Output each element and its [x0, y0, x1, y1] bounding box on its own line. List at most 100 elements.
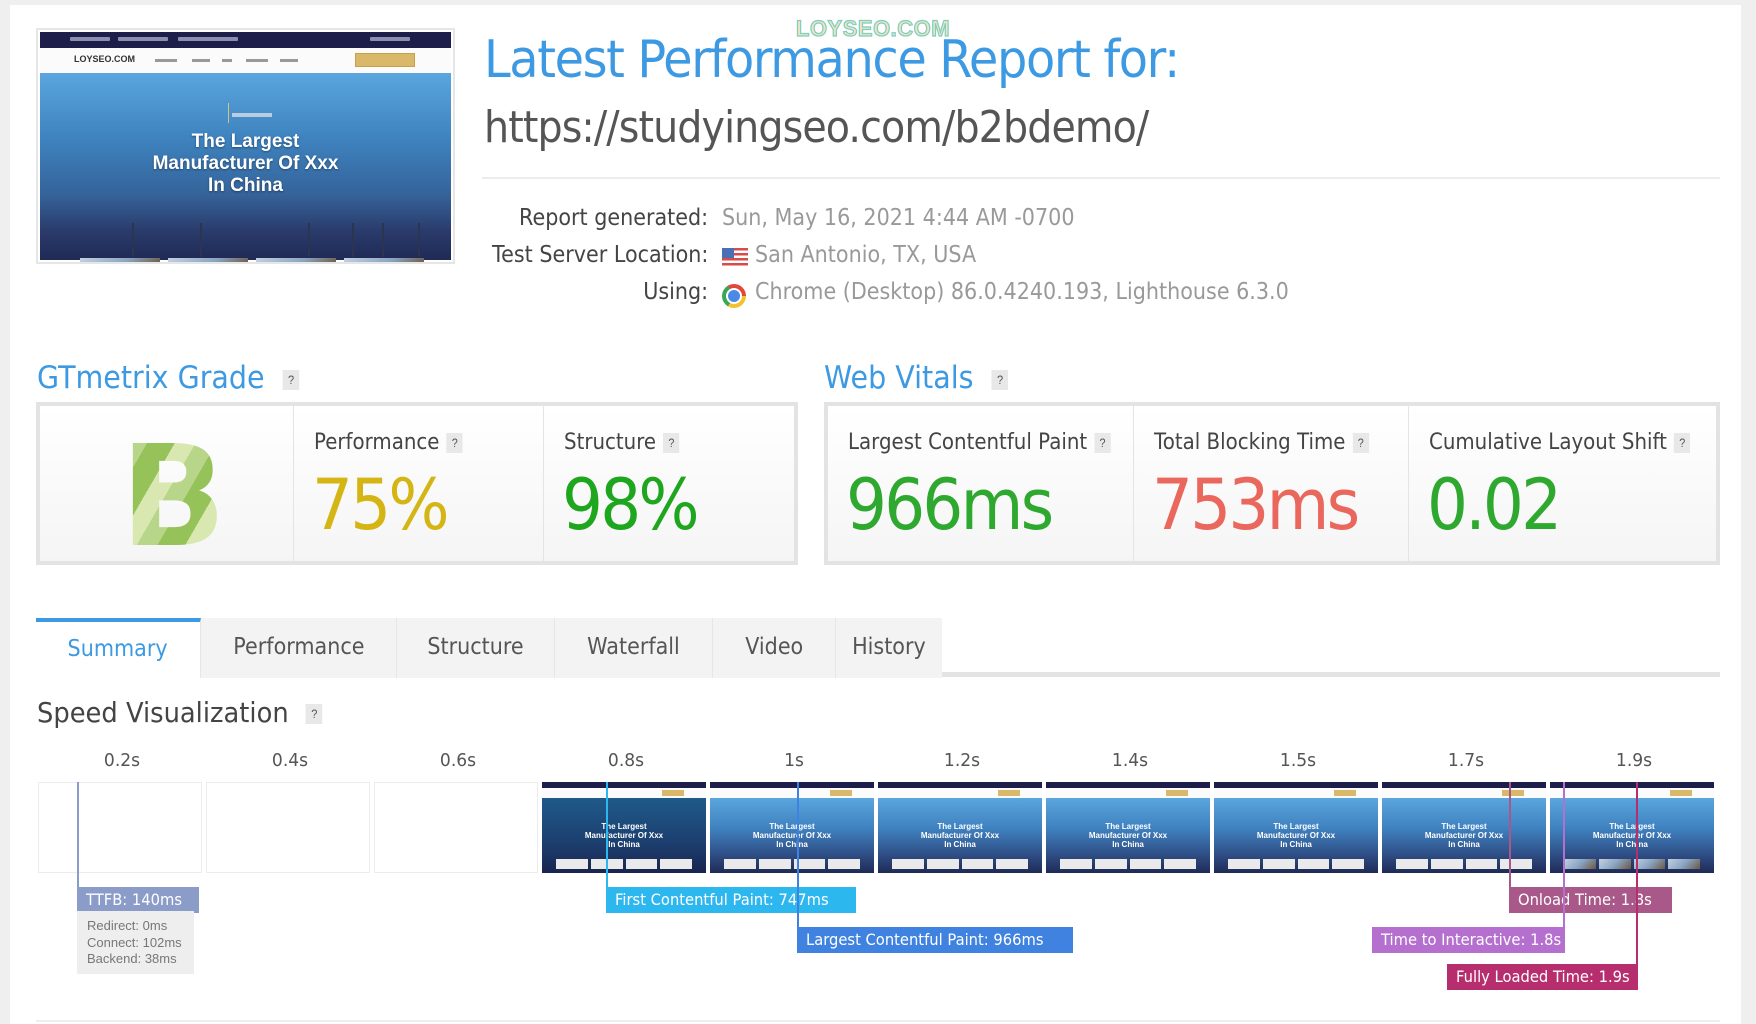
frame-hero-text: The Largest Manufacturer Of Xxx In China	[752, 822, 832, 849]
lcp-cell: Largest Contentful Paint? 966ms	[828, 406, 1134, 561]
gtmetrix-grade-heading: GTmetrix Grade ?	[37, 360, 300, 396]
tab-video[interactable]: Video	[713, 618, 836, 678]
fcp-marker-line	[606, 782, 608, 887]
timeline-tick-label: 1.2s	[943, 750, 981, 771]
tti-marker[interactable]: Time to Interactive: 1.8s	[1372, 927, 1565, 953]
performance-label: Performance?	[314, 430, 463, 455]
ttfb-marker[interactable]: TTFB: 140ms	[77, 887, 200, 913]
tti-marker-line	[1563, 782, 1565, 927]
header-divider	[482, 177, 1720, 179]
grade-cell: B	[40, 406, 294, 578]
filmstrip-frame[interactable]	[206, 782, 370, 873]
report-url[interactable]: https://studyingseo.com/b2bdemo/	[484, 102, 1149, 153]
timeline-tick-label: 0.2s	[103, 750, 141, 771]
filmstrip-frame[interactable]: The Largest Manufacturer Of Xxx In China	[878, 782, 1042, 873]
lcp-marker[interactable]: Largest Contentful Paint: 966ms	[797, 927, 1074, 953]
page-title: Latest Performance Report for:	[484, 30, 1180, 90]
tbt-value: 753ms	[1152, 464, 1360, 546]
performance-cell: Performance? 75%	[294, 406, 544, 561]
onload-marker[interactable]: Onload Time: 1.8s	[1509, 887, 1673, 913]
ttfb-backend: Backend: 38ms	[87, 951, 177, 966]
timeline-tick-label: 0.8s	[607, 750, 645, 771]
report-generated-value: Sun, May 16, 2021 4:44 AM -0700	[722, 205, 1075, 231]
performance-label-text: Performance	[314, 430, 440, 455]
help-icon[interactable]: ?	[663, 433, 680, 453]
timeline-tick-label: 1.5s	[1279, 750, 1317, 771]
fully-loaded-marker-line	[1636, 782, 1638, 964]
tab-history[interactable]: History	[836, 618, 942, 678]
filmstrip-frame[interactable]	[374, 782, 538, 873]
tab-waterfall[interactable]: Waterfall	[555, 618, 713, 678]
help-icon[interactable]: ?	[991, 369, 1009, 390]
using-label: Using:	[643, 279, 708, 305]
filmstrip-frame[interactable]: The Largest Manufacturer Of Xxx In China	[1382, 782, 1546, 873]
us-flag-icon	[722, 248, 748, 266]
server-location-value: San Antonio, TX, USA	[755, 242, 977, 268]
filmstrip-frame[interactable]: The Largest Manufacturer Of Xxx In China	[1550, 782, 1714, 873]
tab-performance[interactable]: Performance	[201, 618, 397, 678]
thumbnail-navbar: LOYSEO.COM	[40, 48, 451, 73]
filmstrip-frame[interactable]: The Largest Manufacturer Of Xxx In China	[542, 782, 706, 873]
chrome-icon	[722, 284, 746, 308]
meta-row-server-location: Test Server Location:	[440, 242, 708, 278]
fcp-marker[interactable]: First Contentful Paint: 747ms	[606, 887, 857, 913]
help-icon[interactable]: ?	[306, 704, 323, 724]
web-vitals-title: Web Vitals	[824, 360, 974, 396]
thumbnail-logo: LOYSEO.COM	[74, 54, 136, 64]
thumbnail-cta	[355, 53, 415, 67]
web-vitals-heading: Web Vitals ?	[824, 360, 1009, 396]
structure-label-text: Structure	[564, 430, 657, 455]
tbt-cell: Total Blocking Time? 753ms	[1134, 406, 1409, 561]
filmstrip-frame[interactable]: The Largest Manufacturer Of Xxx In China	[1046, 782, 1210, 873]
frame-hero-text: The Largest Manufacturer Of Xxx In China	[584, 822, 664, 849]
ttfb-connect: Connect: 102ms	[87, 934, 182, 950]
fully-loaded-marker[interactable]: Fully Loaded Time: 1.9s	[1447, 964, 1638, 990]
lcp-marker-line	[797, 782, 799, 927]
gtmetrix-grade-title: GTmetrix Grade	[37, 360, 265, 396]
cls-label-text: Cumulative Layout Shift	[1429, 430, 1667, 455]
tbt-label-text: Total Blocking Time	[1154, 430, 1346, 455]
ttfb-marker-line	[77, 782, 79, 887]
help-icon[interactable]: ?	[1094, 433, 1111, 453]
timeline-tick-label: 1s	[784, 750, 804, 771]
speed-visualization-title: Speed Visualization	[37, 696, 289, 729]
help-icon[interactable]: ?	[446, 433, 463, 453]
web-vitals-panel: Largest Contentful Paint? 966ms Total Bl…	[824, 402, 1720, 565]
tbt-label: Total Blocking Time?	[1154, 430, 1369, 455]
tab-structure[interactable]: Structure	[397, 618, 555, 678]
structure-cell: Structure? 98%	[544, 406, 794, 561]
cls-value: 0.02	[1427, 464, 1562, 546]
page-screenshot-thumbnail[interactable]: LOYSEO.COM The Largest Manufacturer Of X…	[36, 28, 455, 264]
timeline-tick-label: 1.4s	[1111, 750, 1149, 771]
bottom-divider	[36, 1020, 1720, 1022]
performance-score: 75%	[312, 464, 450, 546]
lcp-value: 966ms	[846, 464, 1054, 546]
tab-summary[interactable]: Summary	[36, 618, 201, 678]
structure-score: 98%	[562, 464, 700, 546]
frame-hero-text: The Largest Manufacturer Of Xxx In China	[1088, 822, 1168, 849]
report-generated-label: Report generated:	[518, 205, 708, 231]
frame-hero-text: The Largest Manufacturer Of Xxx In China	[1424, 822, 1504, 849]
speed-visualization-heading: Speed Visualization ?	[37, 696, 323, 729]
help-icon[interactable]: ?	[1352, 433, 1369, 453]
onload-marker-line	[1509, 782, 1511, 887]
using-value: Chrome (Desktop) 86.0.4240.193, Lighthou…	[755, 279, 1289, 305]
thumbnail-hero-title: The Largest Manufacturer Of Xxx In China	[152, 131, 339, 196]
filmstrip-frame[interactable]	[38, 782, 202, 873]
thumbnail-topbar	[40, 32, 451, 48]
timeline-tick-label: 1.9s	[1615, 750, 1653, 771]
timeline-tick-label: 0.4s	[271, 750, 309, 771]
cls-label: Cumulative Layout Shift?	[1429, 430, 1691, 455]
gtmetrix-grade-panel: B Performance? 75% Structure? 98%	[36, 402, 798, 578]
server-location-label: Test Server Location:	[491, 242, 708, 268]
help-icon[interactable]: ?	[282, 369, 300, 390]
timeline-tick-label: 0.6s	[439, 750, 477, 771]
structure-label: Structure?	[564, 430, 680, 455]
ttfb-breakdown: Redirect: 0ms Connect: 102ms Backend: 38…	[77, 911, 194, 974]
filmstrip-frame[interactable]: The Largest Manufacturer Of Xxx In China	[710, 782, 874, 873]
frame-hero-text: The Largest Manufacturer Of Xxx In China	[920, 822, 1000, 849]
grade-letter: B	[120, 416, 227, 579]
help-icon[interactable]: ?	[1674, 433, 1691, 453]
report-tabs: Summary Performance Structure Waterfall …	[36, 618, 942, 678]
filmstrip-frame[interactable]: The Largest Manufacturer Of Xxx In China	[1214, 782, 1378, 873]
